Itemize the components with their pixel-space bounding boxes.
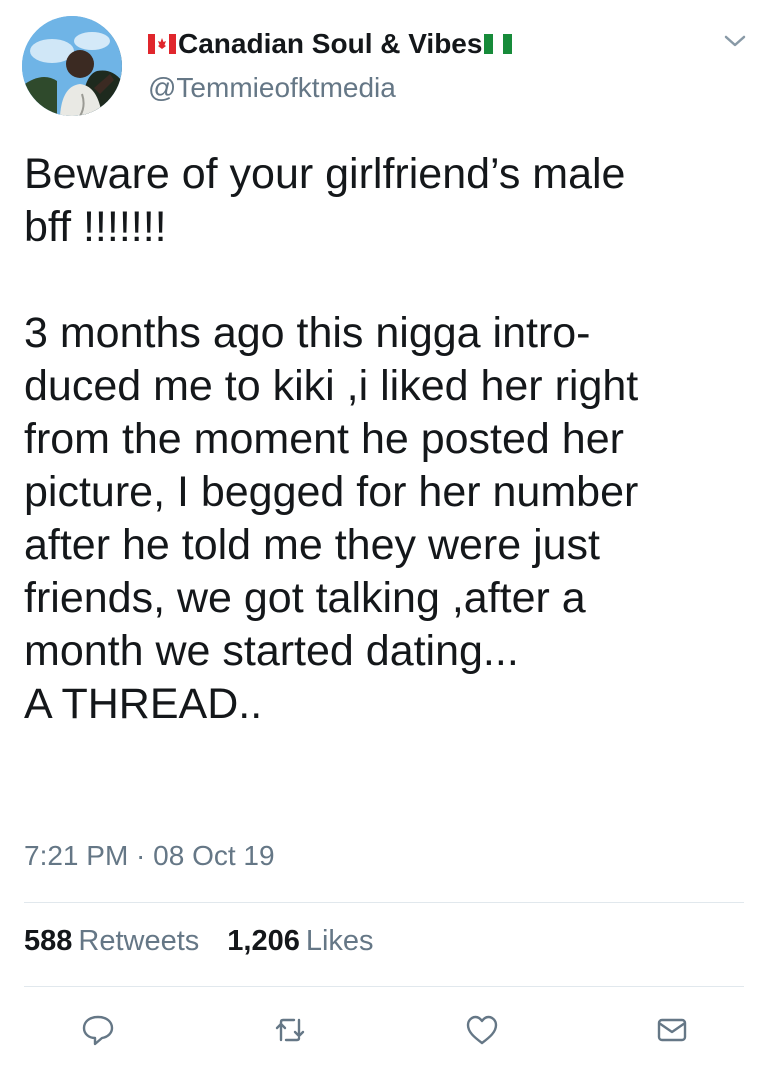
display-name[interactable]: Canadian Soul & Vibes — [178, 28, 482, 60]
action-bar — [0, 1008, 768, 1058]
retweets-stat[interactable]: 588 Retweets — [24, 925, 199, 958]
retweet-icon — [275, 1018, 305, 1042]
engagement-stats: 588 Retweets 1,206 Likes — [24, 925, 374, 958]
reply-icon — [82, 1015, 114, 1046]
likes-stat[interactable]: 1,206 Likes — [227, 925, 373, 958]
heart-icon — [466, 1015, 498, 1045]
mail-icon — [657, 1018, 687, 1042]
avatar[interactable] — [22, 16, 122, 116]
divider — [24, 902, 744, 903]
likes-label: Likes — [305, 925, 374, 957]
display-name-row[interactable]: Canadian Soul & Vibes — [148, 24, 514, 64]
nigeria-flag-icon — [484, 34, 513, 54]
canada-flag-icon — [148, 34, 176, 54]
message-button[interactable] — [652, 1008, 692, 1052]
tweet-text: Beware of your girlfriend’s male bff !!!… — [24, 150, 639, 728]
retweet-button[interactable] — [270, 1008, 310, 1052]
retweets-label: Retweets — [78, 925, 200, 957]
divider — [24, 986, 744, 987]
timestamp[interactable]: 7:21 PM · 08 Oct 19 — [24, 840, 275, 872]
handle[interactable]: @Temmieofktmedia — [148, 72, 396, 104]
like-button[interactable] — [462, 1008, 502, 1052]
chevron-down-icon[interactable] — [722, 30, 748, 52]
likes-count: 1,206 — [227, 925, 300, 957]
retweets-count: 588 — [24, 925, 73, 957]
reply-button[interactable] — [78, 1008, 118, 1052]
